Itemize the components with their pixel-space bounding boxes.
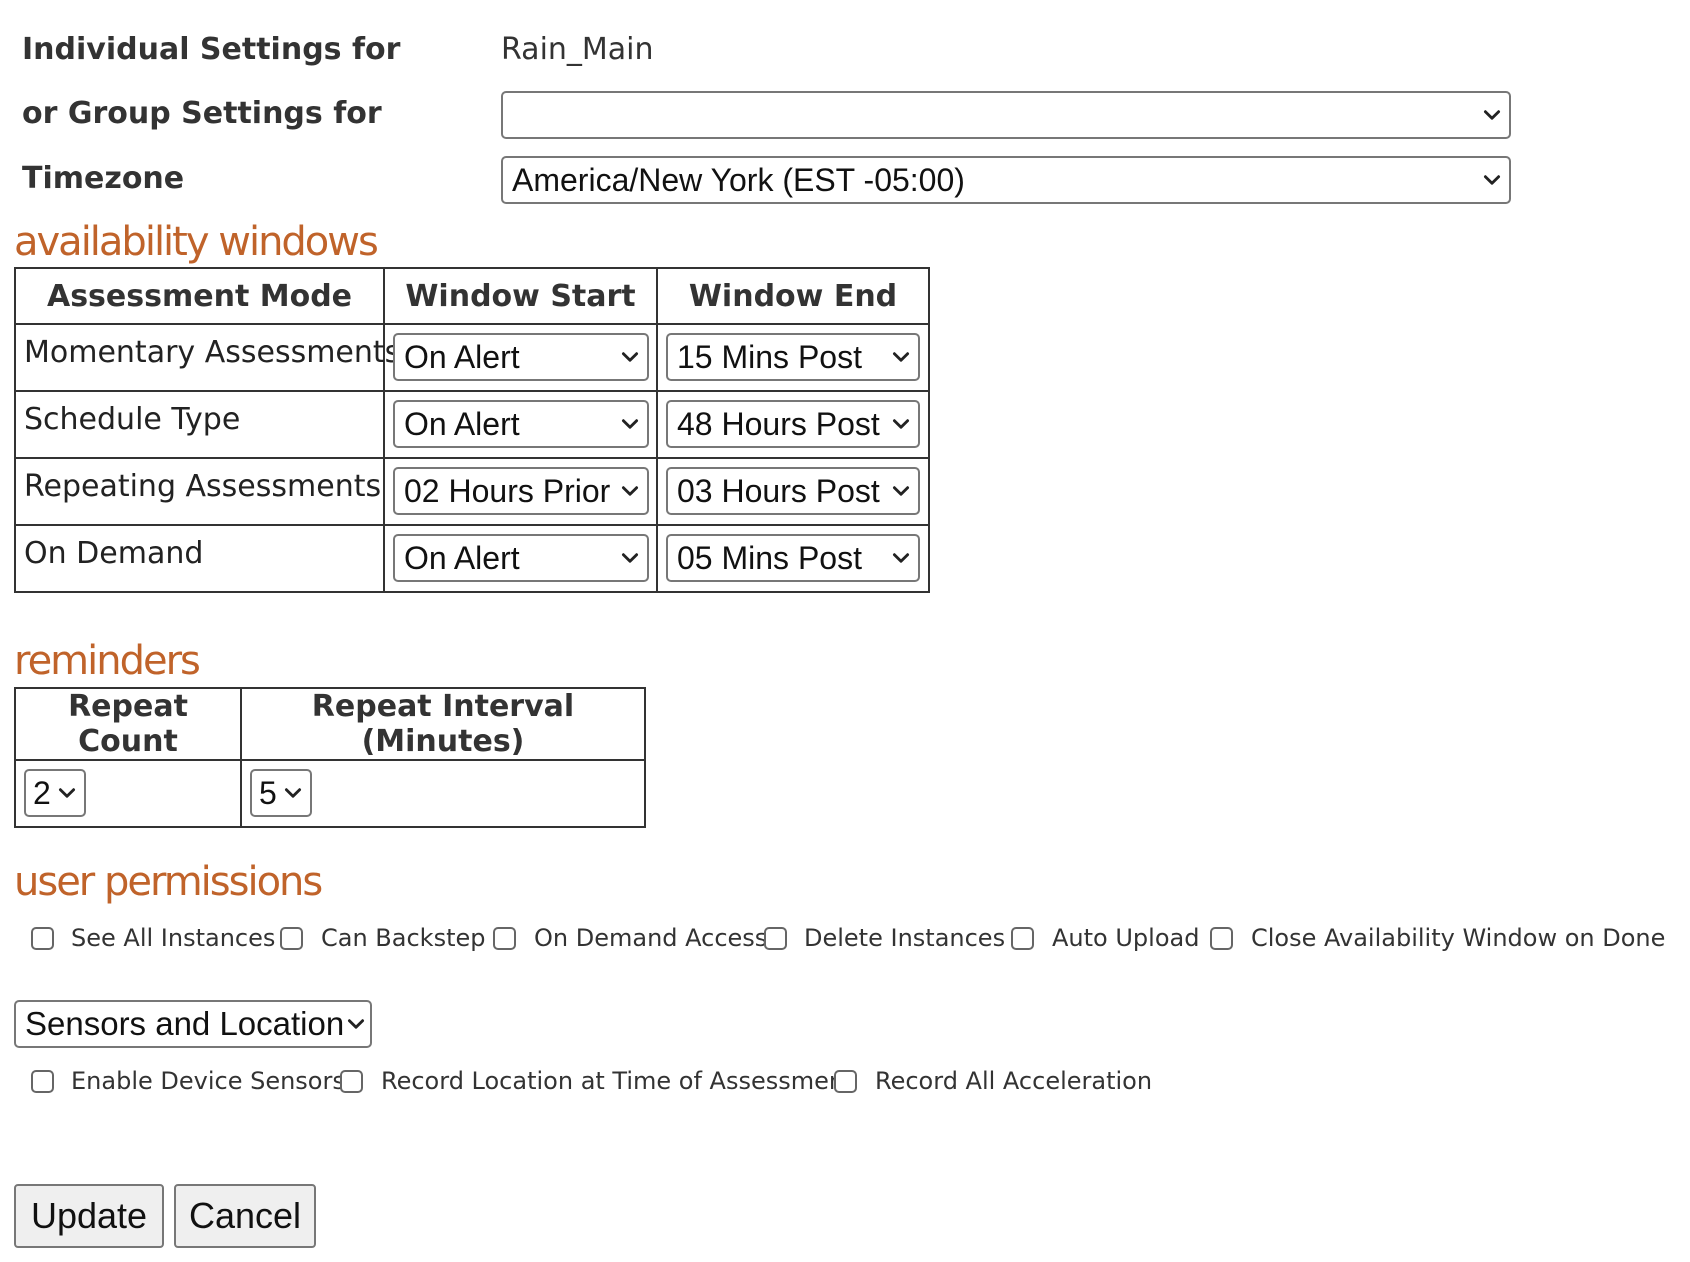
checkbox-label: Auto Upload — [1052, 924, 1200, 952]
checkbox[interactable] — [340, 1069, 363, 1093]
schedule-start-select[interactable]: On Alert — [393, 400, 649, 448]
repeat-count-select[interactable]: 2 — [24, 769, 86, 817]
repeat-interval-select[interactable]: 5 — [250, 769, 312, 817]
chevron-down-icon — [621, 486, 639, 496]
checkbox[interactable] — [834, 1069, 857, 1093]
chevron-down-icon — [1483, 175, 1501, 185]
on-demand-start-select[interactable]: On Alert — [393, 534, 649, 582]
select-value: On Alert — [404, 338, 520, 375]
checkbox[interactable] — [764, 926, 787, 950]
chevron-down-icon — [58, 788, 76, 798]
checkbox-label: See All Instances — [71, 924, 276, 952]
availability-header-row: Assessment Mode Window Start Window End — [14, 267, 930, 325]
checkbox-label: Close Availability Window on Done — [1251, 924, 1666, 952]
chevron-down-icon — [621, 352, 639, 362]
select-value: 2 — [33, 774, 51, 811]
header-assessment-mode: Assessment Mode — [14, 267, 385, 325]
select-value: 5 — [259, 774, 277, 811]
repeating-start-select[interactable]: 02 Hours Prior — [393, 467, 649, 515]
chevron-down-icon — [892, 419, 910, 429]
table-row: Schedule Type On Alert 48 Hours Post — [14, 390, 930, 459]
permission-auto-upload[interactable]: Auto Upload — [1011, 924, 1199, 952]
momentary-end-select[interactable]: 15 Mins Post — [666, 333, 920, 381]
permission-see-all-instances[interactable]: See All Instances — [31, 924, 275, 952]
checkbox[interactable] — [1210, 926, 1233, 950]
on-demand-end-select[interactable]: 05 Mins Post — [666, 534, 920, 582]
timezone-select[interactable]: America/New York (EST -05:00) — [501, 156, 1511, 204]
sensor-enable-device-sensors[interactable]: Enable Device Sensors — [31, 1067, 345, 1095]
sensors-location-select[interactable]: Sensors and Location — [14, 1000, 372, 1048]
table-row: Momentary Assessments On Alert 15 Mins P… — [14, 323, 930, 392]
checkbox[interactable] — [1011, 926, 1034, 950]
checkbox[interactable] — [31, 1069, 54, 1093]
row-label-momentary: Momentary Assessments — [24, 335, 401, 370]
header-window-start: Window Start — [383, 267, 658, 325]
availability-windows-heading: availability windows — [14, 219, 379, 265]
select-value: On Alert — [404, 405, 520, 442]
reminders-header-row: Repeat Count Repeat Interval (Minutes) — [14, 687, 646, 761]
chevron-down-icon — [621, 419, 639, 429]
reminders-table: Repeat Count Repeat Interval (Minutes) 2… — [14, 687, 646, 828]
table-row: Repeating Assessments 02 Hours Prior 03 … — [14, 457, 930, 526]
select-value: 02 Hours Prior — [404, 472, 611, 509]
cancel-button[interactable]: Cancel — [174, 1184, 316, 1248]
individual-settings-label: Individual Settings for — [22, 32, 401, 67]
select-value: On Alert — [404, 539, 520, 576]
chevron-down-icon — [1483, 110, 1501, 120]
row-label-schedule-type: Schedule Type — [24, 402, 241, 437]
checkbox-label: Enable Device Sensors — [71, 1067, 345, 1095]
sensor-record-all-acceleration[interactable]: Record All Acceleration — [834, 1067, 1152, 1095]
checkbox-label: Delete Instances — [804, 924, 1006, 952]
table-row: On Demand On Alert 05 Mins Post — [14, 524, 930, 593]
schedule-end-select[interactable]: 48 Hours Post — [666, 400, 920, 448]
select-value: 05 Mins Post — [677, 539, 862, 576]
header-repeat-count: Repeat Count — [14, 687, 242, 761]
chevron-down-icon — [284, 788, 302, 798]
sensor-record-location[interactable]: Record Location at Time of Assessment — [340, 1067, 854, 1095]
availability-table: Assessment Mode Window Start Window End … — [14, 267, 930, 593]
repeating-end-select[interactable]: 03 Hours Post — [666, 467, 920, 515]
table-row: 2 5 — [14, 759, 646, 828]
header-window-end: Window End — [656, 267, 930, 325]
checkbox-label: Record All Acceleration — [875, 1067, 1153, 1095]
checkbox-label: Record Location at Time of Assessment — [381, 1067, 854, 1095]
momentary-start-select[interactable]: On Alert — [393, 333, 649, 381]
update-button[interactable]: Update — [14, 1184, 164, 1248]
group-settings-label: or Group Settings for — [22, 96, 382, 131]
user-permissions-heading: user permissions — [14, 859, 323, 905]
timezone-value: America/New York (EST -05:00) — [512, 161, 965, 198]
row-label-repeating: Repeating Assessments — [24, 469, 382, 504]
select-value: 03 Hours Post — [677, 472, 880, 509]
individual-settings-value: Rain_Main — [501, 32, 654, 67]
chevron-down-icon — [892, 352, 910, 362]
checkbox[interactable] — [493, 926, 516, 950]
checkbox[interactable] — [280, 926, 303, 950]
header-repeat-interval: Repeat Interval (Minutes) — [240, 687, 646, 761]
group-settings-select[interactable] — [501, 91, 1511, 139]
permission-on-demand-access[interactable]: On Demand Access — [493, 924, 767, 952]
chevron-down-icon — [892, 553, 910, 563]
chevron-down-icon — [621, 553, 639, 563]
checkbox[interactable] — [31, 926, 54, 950]
checkbox-label: Can Backstep — [321, 924, 486, 952]
select-value: 15 Mins Post — [677, 338, 862, 375]
permission-close-availability-window[interactable]: Close Availability Window on Done — [1210, 924, 1665, 952]
reminders-heading: reminders — [14, 638, 201, 684]
select-value: 48 Hours Post — [677, 405, 880, 442]
chevron-down-icon — [892, 486, 910, 496]
checkbox-label: On Demand Access — [534, 924, 768, 952]
row-label-on-demand: On Demand — [24, 536, 204, 571]
permission-delete-instances[interactable]: Delete Instances — [764, 924, 1005, 952]
chevron-down-icon — [347, 1019, 365, 1029]
select-value: Sensors and Location — [25, 1005, 345, 1042]
timezone-label: Timezone — [22, 161, 185, 196]
permission-can-backstep[interactable]: Can Backstep — [280, 924, 485, 952]
